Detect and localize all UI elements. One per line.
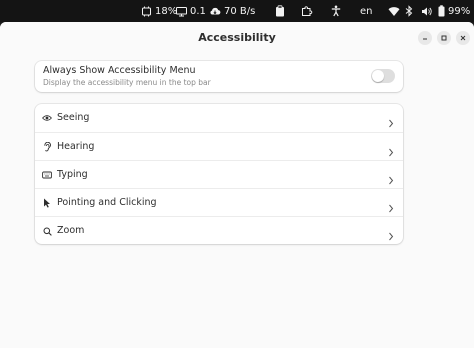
row-seeing[interactable]: Seeing (35, 104, 403, 132)
chevron-right-icon (388, 226, 394, 245)
keyboard-icon (42, 170, 52, 180)
window-title: Accessibility (198, 31, 276, 44)
row-label: Hearing (57, 141, 95, 152)
row-label: Typing (57, 169, 88, 180)
row-typing[interactable]: Typing (35, 160, 403, 188)
close-button[interactable] (456, 31, 470, 45)
wifi-icon[interactable] (388, 0, 400, 22)
minimize-button[interactable] (418, 31, 432, 45)
minimize-icon (423, 38, 427, 40)
pointer-icon (42, 198, 52, 208)
maximize-button[interactable] (437, 31, 451, 45)
magnifier-icon (42, 226, 52, 236)
cloud-download-icon (209, 6, 221, 17)
top-bar: 18% 0.1 70 B/s en 99% (0, 0, 474, 22)
battery-indicator[interactable]: 99% (438, 0, 470, 22)
volume-icon[interactable] (421, 0, 433, 22)
chevron-right-icon (388, 170, 394, 189)
monitor-icon (176, 6, 187, 17)
accessibility-icon[interactable] (331, 0, 341, 22)
memory-value: 0.1 (190, 5, 206, 17)
row-zoom[interactable]: Zoom (35, 216, 403, 244)
ear-icon (42, 142, 52, 152)
header-bar: Accessibility (0, 22, 474, 54)
accessibility-categories: Seeing Hearing Typing Pointing and Click… (35, 104, 403, 244)
puzzle-icon[interactable] (301, 0, 313, 22)
row-pointing-and-clicking[interactable]: Pointing and Clicking (35, 188, 403, 216)
always-show-subtitle: Display the accessibility menu in the to… (43, 78, 211, 87)
keyboard-language[interactable]: en (360, 0, 373, 22)
close-icon (460, 35, 466, 41)
cpu-indicator[interactable]: 18% (141, 0, 177, 22)
row-label: Zoom (57, 225, 85, 236)
always-show-title: Always Show Accessibility Menu (43, 65, 196, 76)
network-indicator[interactable]: 70 B/s (209, 0, 255, 22)
always-show-accessibility-menu-row: Always Show Accessibility Menu Display t… (35, 61, 403, 92)
clipboard-icon[interactable] (275, 0, 285, 22)
cpu-value: 18% (155, 5, 178, 17)
toggle-knob (372, 70, 384, 82)
memory-indicator[interactable]: 0.1 (176, 0, 206, 22)
settings-window: Accessibility Always Show Accessibility … (0, 22, 474, 348)
battery-icon (438, 5, 445, 17)
maximize-icon (441, 35, 447, 41)
battery-value: 99% (448, 5, 471, 17)
chevron-right-icon (388, 113, 394, 132)
eye-icon (42, 113, 52, 123)
chevron-right-icon (388, 198, 394, 217)
always-show-toggle[interactable] (371, 69, 395, 83)
bluetooth-icon[interactable] (405, 0, 413, 22)
cpu-chip-icon (141, 6, 152, 17)
row-label: Pointing and Clicking (57, 197, 157, 208)
row-label: Seeing (57, 112, 90, 123)
chevron-right-icon (388, 142, 394, 161)
network-value: 70 B/s (224, 5, 256, 17)
row-hearing[interactable]: Hearing (35, 132, 403, 160)
